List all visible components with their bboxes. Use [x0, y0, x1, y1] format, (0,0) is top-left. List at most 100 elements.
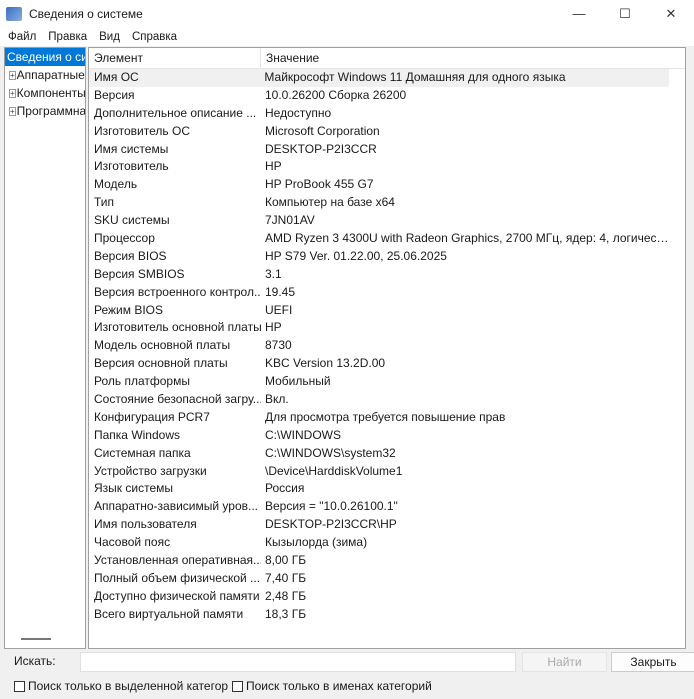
search-selected-category-checkbox[interactable]: Поиск только в выделенной категории [14, 679, 228, 693]
details-list[interactable]: Элемент Значение Имя ОС Майкрософт Window… [88, 47, 686, 649]
menu-file[interactable]: Файл [2, 31, 42, 43]
item-cell: Изготовитель [94, 159, 169, 174]
item-cell: Изготовитель ОС [94, 123, 190, 138]
table-row[interactable]: Дополнительное описание ... Недоступно [89, 105, 685, 123]
table-row[interactable]: Версия 10.0.26200 Сборка 26200 [89, 87, 685, 105]
find-button[interactable]: Найти [522, 652, 607, 672]
search-category-names-checkbox[interactable]: Поиск только в именах категорий [232, 679, 432, 693]
expand-icon[interactable]: + [9, 88, 16, 98]
menu-help[interactable]: Справка [126, 31, 183, 43]
value-cell: AMD Ryzen 3 4300U with Radeon Graphics, … [265, 231, 671, 246]
value-cell: 8,00 ГБ [265, 553, 307, 568]
table-row[interactable]: Процессор AMD Ryzen 3 4300U with Radeon G… [89, 230, 685, 248]
item-cell: Модель [94, 177, 138, 192]
checkbox-icon[interactable] [14, 680, 25, 692]
item-cell: Установленная оперативная... [94, 553, 261, 568]
table-row[interactable]: Устройство загрузки \Device\HarddiskVolum… [89, 463, 685, 481]
table-row[interactable]: Режим BIOS UEFI [89, 302, 685, 320]
value-cell: Для просмотра требуется повышение прав [265, 409, 506, 424]
maximize-button[interactable]: ☐ [602, 0, 648, 27]
minimize-button[interactable]: — [556, 0, 602, 27]
item-cell: Версия BIOS [94, 248, 167, 263]
tree-item-label: Компоненты [16, 86, 86, 100]
table-row[interactable]: Установленная оперативная... 8,00 ГБ [89, 552, 685, 570]
value-cell: Компьютер на базе x64 [265, 195, 395, 210]
item-cell: Аппаратно-зависимый уров... [94, 499, 259, 514]
table-row[interactable]: Папка Windows C:\WINDOWS [89, 427, 685, 445]
table-row[interactable]: Имя системы DESKTOP-P2I3CCR [89, 141, 685, 159]
table-row[interactable]: Изготовитель основной платы HP [89, 319, 685, 337]
column-header-value[interactable]: Значение [261, 48, 319, 69]
table-row[interactable]: Часовой пояс Кызылорда (зима) [89, 534, 685, 552]
value-cell: DESKTOP-P2I3CCR [265, 141, 377, 156]
table-row[interactable]: Изготовитель ОС Microsoft Corporation [89, 123, 685, 141]
value-cell: HP ProBook 455 G7 [265, 177, 374, 192]
table-row[interactable]: Модель основной платы 8730 [89, 337, 685, 355]
value-cell: Кызылорда (зима) [265, 535, 368, 550]
table-row[interactable]: Изготовитель HP [89, 158, 685, 176]
value-cell: Майкрософт Windows 11 Домашняя для одног… [264, 70, 566, 84]
table-row[interactable]: Роль платформы Мобильный [89, 373, 685, 391]
table-row[interactable]: Имя ОС Майкрософт Windows 11 Домашняя для… [89, 69, 669, 87]
search-input[interactable] [80, 652, 516, 672]
item-cell: Устройство загрузки [94, 463, 207, 478]
checkbox-label: Поиск только в именах категорий [246, 679, 432, 693]
value-cell: HP [265, 159, 282, 174]
item-cell: Конфигурация PCR7 [94, 409, 210, 424]
checkbox-icon[interactable] [232, 680, 243, 692]
value-cell: 19.45 [265, 284, 296, 299]
table-row[interactable]: Всего виртуальной памяти 18,3 ГБ [89, 606, 685, 624]
item-cell: Язык системы [94, 481, 173, 496]
table-row[interactable]: Системная папка C:\WINDOWS\system32 [89, 445, 685, 463]
window-title: Сведения о системе [29, 6, 143, 21]
table-row[interactable]: Имя пользователя DESKTOP-P2I3CCR\HP [89, 516, 685, 534]
item-cell: SKU системы [94, 213, 170, 228]
value-cell: Вкл. [265, 392, 289, 407]
table-row[interactable]: Язык системы Россия [89, 480, 685, 498]
column-header-item[interactable]: Элемент [89, 48, 261, 69]
tree-item-label: Аппаратные ресурсы [16, 68, 85, 82]
expand-icon[interactable]: + [9, 106, 16, 116]
table-row[interactable]: Версия SMBIOS 3.1 [89, 266, 685, 284]
horizontal-scrollbar[interactable] [21, 638, 51, 640]
value-cell: HP [265, 320, 282, 335]
item-cell: Часовой пояс [94, 535, 171, 550]
table-row[interactable]: SKU системы 7JN01AV [89, 212, 685, 230]
table-row[interactable]: Версия BIOS HP S79 Ver. 01.22.00, 25.06.2… [89, 248, 685, 266]
menu-edit[interactable]: Правка [42, 31, 93, 43]
category-tree[interactable]: Сведения о системе +Аппаратные ресурсы +… [4, 47, 86, 649]
value-cell: KBC Version 13.2D.00 [265, 356, 386, 371]
table-row[interactable]: Состояние безопасной загру... Вкл. [89, 391, 685, 409]
item-cell: Версия основной платы [94, 356, 228, 371]
expand-icon[interactable]: + [9, 70, 16, 80]
table-row[interactable]: Тип Компьютер на базе x64 [89, 194, 685, 212]
value-cell: Версия = "10.0.26100.1" [265, 499, 398, 514]
tree-item-hardware[interactable]: +Аппаратные ресурсы [5, 66, 85, 84]
item-cell: Процессор [94, 231, 155, 246]
value-cell: 7JN01AV [265, 213, 315, 228]
tree-item-software[interactable]: +Программная среда [5, 102, 85, 120]
value-cell: Microsoft Corporation [265, 123, 380, 138]
tree-item-components[interactable]: + Компоненты [5, 84, 85, 102]
item-cell: Изготовитель основной платы [94, 320, 261, 335]
table-row[interactable]: Доступно физической памяти 2,48 ГБ [89, 588, 685, 606]
menu-view[interactable]: Вид [93, 31, 126, 43]
close-button[interactable]: Закрыть [611, 652, 694, 672]
tree-item-label: Программная среда [16, 104, 86, 118]
tree-item-system-summary[interactable]: Сведения о системе [5, 48, 85, 66]
table-row[interactable]: Модель HP ProBook 455 G7 [89, 176, 685, 194]
item-cell: Состояние безопасной загру... [94, 392, 261, 407]
item-cell: Имя ОС [94, 70, 139, 84]
item-cell: Модель основной платы [94, 338, 231, 353]
value-cell: Недоступно [265, 105, 332, 120]
table-row[interactable]: Полный объем физической ... 7,40 ГБ [89, 570, 685, 588]
close-window-button[interactable]: ✕ [648, 0, 694, 27]
table-row[interactable]: Аппаратно-зависимый уров... Версия = "10.… [89, 498, 685, 516]
table-row[interactable]: Конфигурация PCR7 Для просмотра требуется… [89, 409, 685, 427]
item-cell: Всего виртуальной памяти [94, 606, 244, 621]
value-cell: 7,40 ГБ [265, 570, 307, 585]
table-row[interactable]: Версия встроенного контрол... 19.45 [89, 284, 685, 302]
list-header: Элемент Значение [89, 48, 685, 69]
value-cell: 8730 [265, 338, 292, 353]
table-row[interactable]: Версия основной платы KBC Version 13.2D.0… [89, 355, 685, 373]
